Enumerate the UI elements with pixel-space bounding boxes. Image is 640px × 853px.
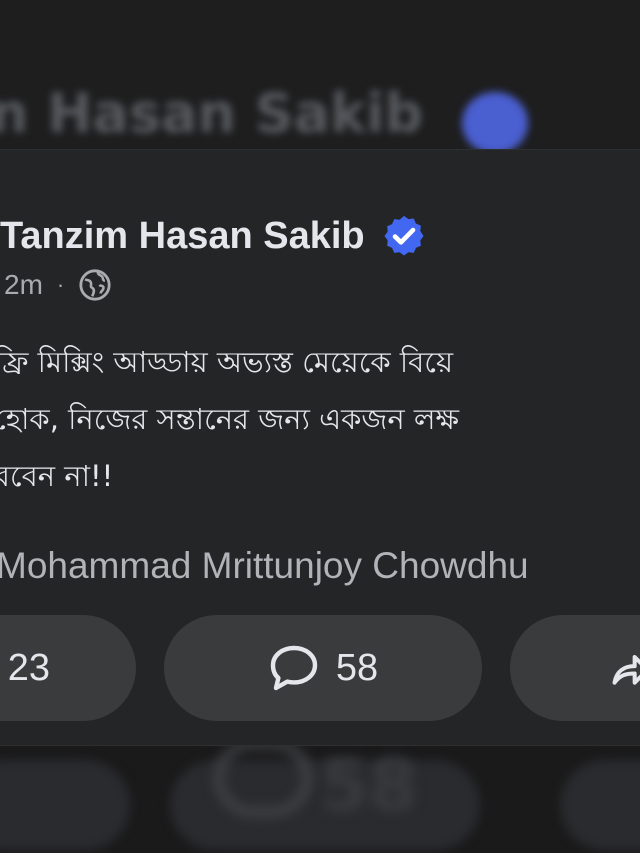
post-text-line: রবেন না!! — [0, 459, 114, 493]
verified-badge-icon — [384, 215, 424, 256]
post-text-line: ফ্রি মিক্সিং আড্ডায় অভ্যস্ত মেয়েকে বিয… — [0, 345, 454, 379]
blurred-like-pill — [0, 760, 130, 850]
share-button[interactable] — [510, 615, 640, 721]
post-body: ফ্রি মিক্সিং আড্ডায় অভ্যস্ত মেয়েকে বিয… — [0, 334, 640, 505]
globe-icon — [79, 269, 111, 301]
meta-separator: · — [56, 272, 65, 297]
post-meta: 2m · — [4, 268, 112, 302]
blurred-comment-icon — [215, 740, 311, 816]
like-count: 23 — [7, 646, 50, 689]
blurred-verified-badge-icon — [462, 92, 528, 154]
like-button[interactable]: 23 — [0, 615, 136, 721]
post-text-line: হোক, নিজের সন্তানের জন্য একজন লক্ষ — [0, 402, 460, 436]
post-header: Tanzim Hasan Sakib — [0, 212, 427, 260]
post-card: Tanzim Hasan Sakib 2m · ফ্রি মিক্সিং আড্… — [0, 150, 640, 745]
post-timestamp[interactable]: 2m — [4, 269, 43, 301]
blurred-comment-count: 58 — [320, 745, 418, 827]
blurred-author-name: n Hasan Sakib — [0, 82, 424, 145]
comment-button[interactable]: 58 — [164, 615, 482, 721]
share-arrow-icon — [612, 654, 640, 685]
mentioned-user[interactable]: Mohammad Mrittunjoy Chowdhu — [0, 545, 529, 587]
comment-count: 58 — [335, 646, 379, 689]
blurred-share-pill — [560, 760, 640, 850]
comment-bubble-icon — [270, 645, 318, 691]
author-name[interactable]: Tanzim Hasan Sakib — [0, 215, 365, 258]
